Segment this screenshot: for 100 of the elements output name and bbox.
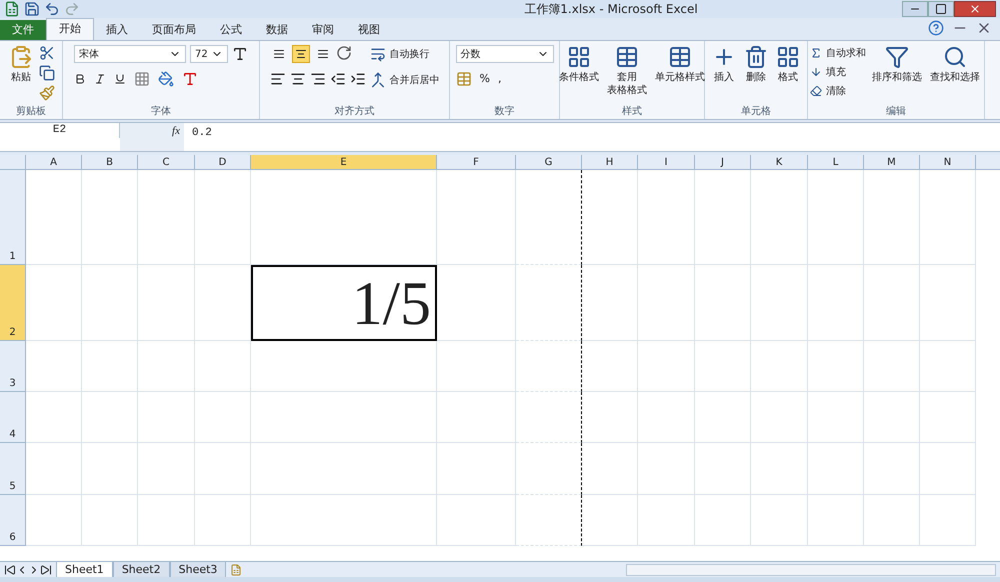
- editing-button[interactable]: 清除: [810, 83, 866, 99]
- column-header[interactable]: M: [864, 155, 920, 169]
- cells-button[interactable]: 插入: [710, 45, 738, 105]
- close-icon: [969, 3, 981, 15]
- format-painter-icon[interactable]: [39, 85, 55, 101]
- underline-icon[interactable]: [114, 73, 126, 85]
- row-header[interactable]: 5: [0, 443, 26, 495]
- sheet-tab[interactable]: Sheet2: [112, 562, 170, 577]
- formula-field[interactable]: 0.2: [184, 123, 1000, 151]
- editing-button[interactable]: 填充: [810, 64, 866, 80]
- number-format-field[interactable]: 分数: [456, 45, 554, 63]
- align-center-icon[interactable]: [290, 71, 306, 87]
- orientation-icon[interactable]: [336, 45, 352, 61]
- function-label[interactable]: fx: [172, 123, 180, 140]
- undo-icon[interactable]: [44, 1, 60, 17]
- fill-color-icon[interactable]: [158, 71, 174, 87]
- sheet-tab[interactable]: Sheet1: [56, 562, 113, 577]
- font-name-field[interactable]: 宋体: [74, 45, 186, 63]
- column-header[interactable]: F: [437, 155, 516, 169]
- maximize-button[interactable]: [928, 1, 954, 17]
- align-left-icon[interactable]: [270, 71, 286, 87]
- align-right-icon[interactable]: [310, 71, 326, 87]
- grid-cell[interactable]: [516, 341, 582, 392]
- active-cell[interactable]: 1/5: [251, 265, 437, 341]
- wrap-text-button[interactable]: 自动换行: [370, 45, 440, 63]
- indent-decrease-icon[interactable]: [330, 71, 346, 87]
- row-header[interactable]: 4: [0, 392, 26, 443]
- merge-icon: [370, 72, 386, 88]
- last-sheet-icon[interactable]: [40, 564, 52, 576]
- italic-icon[interactable]: [94, 73, 106, 85]
- column-header[interactable]: K: [751, 155, 808, 169]
- lines-icon: [316, 48, 328, 60]
- sigma-icon: [810, 47, 822, 59]
- editing-button[interactable]: 自动求和: [810, 45, 866, 61]
- spreadsheet-icon[interactable]: [4, 1, 20, 17]
- column-header[interactable]: L: [808, 155, 864, 169]
- font-size-icon[interactable]: [232, 46, 248, 62]
- row-header[interactable]: 6: [0, 495, 26, 546]
- vertical-align-button[interactable]: [292, 45, 310, 63]
- ribbon-tab[interactable]: 数据: [254, 20, 300, 40]
- group-label: 单元格: [740, 105, 772, 119]
- cut-icon[interactable]: [39, 45, 55, 61]
- column-header[interactable]: C: [138, 155, 195, 169]
- column-header[interactable]: H: [582, 155, 638, 169]
- group-label: 编辑: [885, 105, 907, 119]
- grid-cell[interactable]: [516, 495, 582, 546]
- editing-large-button[interactable]: 查找和选择: [928, 45, 982, 105]
- cells-button[interactable]: 格式: [774, 45, 802, 105]
- ribbon-tab[interactable]: 文件: [0, 20, 46, 40]
- ribbon-tab[interactable]: 插入: [94, 20, 140, 40]
- comma-button[interactable]: ,: [498, 71, 502, 88]
- group-label: 剪贴板: [15, 105, 47, 119]
- search-icon: [943, 45, 967, 69]
- merge-center-button[interactable]: 合并后居中: [370, 71, 440, 89]
- group-label: 对齐方式: [334, 105, 376, 119]
- window-title: 工作簿1.xlsx - Microsoft Excel: [524, 1, 698, 18]
- lines-icon: [294, 48, 306, 60]
- save-icon[interactable]: [24, 1, 40, 17]
- cells-button[interactable]: 删除: [742, 45, 770, 105]
- column-header[interactable]: E: [251, 155, 437, 169]
- maximize-icon: [935, 3, 947, 15]
- border-icon[interactable]: [134, 71, 150, 87]
- copy-icon[interactable]: [39, 65, 55, 81]
- new-sheet-icon[interactable]: [230, 564, 242, 576]
- column-header[interactable]: I: [638, 155, 695, 169]
- style-button[interactable]: 单元格样式: [653, 45, 707, 105]
- style-button[interactable]: 套用 表格格式: [605, 45, 649, 105]
- help-icon[interactable]: [928, 20, 944, 36]
- column-header[interactable]: B: [82, 155, 138, 169]
- row-header[interactable]: 3: [0, 341, 26, 392]
- paste-button[interactable]: 粘贴: [7, 45, 35, 105]
- column-header[interactable]: A: [26, 155, 82, 169]
- arrow-down-icon: [810, 66, 822, 78]
- ribbon-tab[interactable]: 开始: [46, 18, 94, 40]
- editing-large-button[interactable]: 排序和筛选: [870, 45, 924, 105]
- ribbon-tab[interactable]: 审阅: [300, 20, 346, 40]
- horizontal-scrollbar[interactable]: [626, 564, 996, 576]
- indent-increase-icon[interactable]: [350, 71, 366, 87]
- style-button[interactable]: 条件格式: [557, 45, 601, 105]
- wrap-icon: [370, 46, 386, 62]
- close-button[interactable]: [954, 1, 996, 17]
- currency-icon[interactable]: [456, 71, 472, 88]
- sheet-tab[interactable]: Sheet3: [170, 562, 226, 577]
- ribbon-tab[interactable]: 视图: [346, 20, 392, 40]
- ribbon-tab[interactable]: 页面布局: [140, 20, 208, 40]
- column-header[interactable]: G: [516, 155, 582, 169]
- grid-cell[interactable]: [516, 392, 582, 443]
- bold-icon[interactable]: [74, 73, 86, 85]
- ribbon-tab[interactable]: 公式: [208, 20, 254, 40]
- font-size-field[interactable]: 72: [190, 45, 228, 63]
- font-color-icon[interactable]: [182, 71, 198, 87]
- row-header[interactable]: 1: [0, 170, 26, 265]
- grid-cell[interactable]: [516, 265, 582, 341]
- column-header[interactable]: N: [920, 155, 976, 169]
- first-sheet-icon[interactable]: [4, 564, 16, 576]
- grid-cell[interactable]: [516, 170, 582, 265]
- percent-button[interactable]: %: [480, 71, 490, 88]
- grid-cell[interactable]: [516, 443, 582, 495]
- row-header[interactable]: 2: [0, 265, 26, 341]
- column-header[interactable]: J: [695, 155, 751, 169]
